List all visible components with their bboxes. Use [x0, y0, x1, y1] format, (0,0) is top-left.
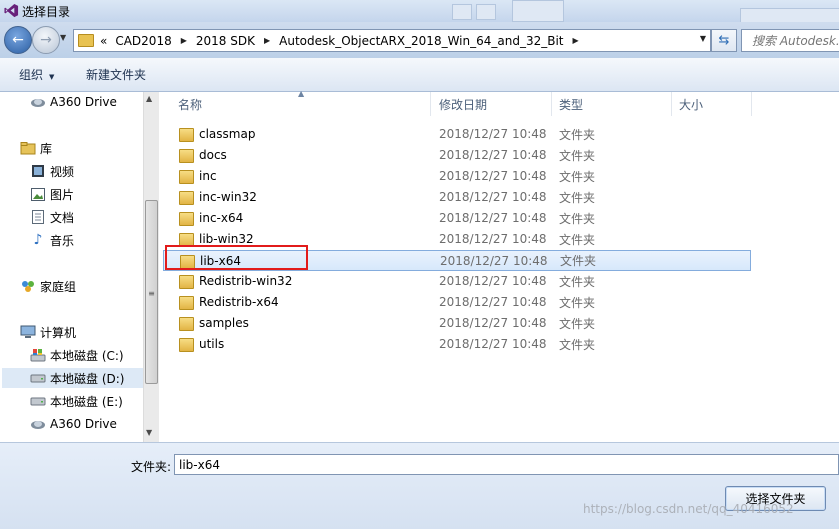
history-dropdown-icon[interactable]: ▼ — [60, 33, 70, 45]
folder-icon — [179, 128, 194, 142]
picture-icon — [30, 187, 46, 201]
sidebar-item-drive-d[interactable]: 本地磁盘 (D:) — [2, 368, 143, 388]
chevron-right-icon[interactable]: ▶ — [573, 36, 579, 45]
grip-icon: ≡ — [148, 289, 155, 298]
sidebar-item-drive-c[interactable]: 本地磁盘 (C:) — [30, 345, 124, 365]
forward-button[interactable]: → — [32, 26, 60, 54]
folder-icon — [179, 317, 194, 331]
sidebar-item-pictures[interactable]: 图片 — [30, 184, 74, 204]
table-row[interactable]: utils 2018/12/27 10:48 文件夹 — [163, 334, 749, 354]
sidebar-item-a360-2[interactable]: A360 Drive — [30, 414, 117, 434]
table-row[interactable]: Redistrib-win32 2018/12/27 10:48 文件夹 — [163, 271, 749, 291]
sidebar-item-library[interactable]: 库 — [20, 138, 52, 158]
watermark: https://blog.csdn.net/qq_40416052 — [583, 502, 794, 516]
scroll-down-icon[interactable]: ▼ — [146, 428, 152, 437]
chevron-right-icon[interactable]: ▶ — [264, 36, 270, 45]
folder-name-input[interactable] — [174, 454, 839, 475]
library-icon — [20, 141, 36, 155]
breadcrumb-item[interactable]: 2018 SDK — [196, 34, 255, 48]
homegroup-icon — [20, 279, 36, 293]
refresh-button[interactable]: ⇆ — [711, 29, 737, 52]
address-bar[interactable]: « CAD2018 ▶ 2018 SDK ▶ Autodesk_ObjectAR… — [73, 29, 711, 52]
title-bar — [0, 0, 839, 22]
navigation-scrollbar[interactable]: ▲ ≡ ▼ — [143, 92, 159, 442]
cloud-icon — [30, 417, 46, 431]
column-header-modified[interactable]: 修改日期 — [431, 92, 552, 116]
new-folder-button[interactable]: 新建文件夹 — [86, 66, 146, 83]
breadcrumb-item[interactable]: Autodesk_ObjectARX_2018_Win_64_and_32_Bi… — [279, 34, 563, 48]
sidebar-item-homegroup[interactable]: 家庭组 — [20, 276, 76, 296]
folder-icon — [179, 212, 194, 226]
window-title: 选择目录 — [22, 5, 71, 19]
table-row[interactable]: docs 2018/12/27 10:48 文件夹 — [163, 145, 749, 165]
annotation-highlight-box — [165, 245, 308, 270]
breadcrumb-item[interactable]: CAD2018 — [115, 34, 171, 48]
background-window-fragment — [512, 0, 564, 22]
folder-icon — [78, 34, 94, 47]
chevron-down-icon: ▼ — [49, 73, 55, 81]
table-row[interactable]: inc-win32 2018/12/27 10:48 文件夹 — [163, 187, 749, 207]
column-header-name[interactable]: 名称 — [159, 92, 431, 116]
folder-icon — [179, 338, 194, 352]
folder-icon — [179, 149, 194, 163]
folder-icon — [179, 296, 194, 310]
search-input[interactable] — [742, 32, 839, 49]
sidebar-item-computer[interactable]: 计算机 — [20, 322, 76, 342]
folder-icon — [179, 191, 194, 205]
folder-icon — [179, 170, 194, 184]
document-icon — [30, 210, 46, 224]
music-icon: ♪ — [33, 232, 43, 248]
table-row[interactable]: samples 2018/12/27 10:48 文件夹 — [163, 313, 749, 333]
column-header-size[interactable]: 大小 — [672, 92, 752, 116]
sidebar-item-drive-e[interactable]: 本地磁盘 (E:) — [30, 391, 123, 411]
breadcrumb-overflow[interactable]: « — [100, 34, 107, 48]
visual-studio-icon — [4, 3, 19, 18]
sidebar-item-music[interactable]: ♪ 音乐 — [30, 230, 74, 250]
back-button[interactable]: ← — [4, 26, 32, 54]
scrollbar-thumb[interactable]: ≡ — [145, 200, 158, 384]
refresh-icon: ⇆ — [718, 33, 730, 48]
chevron-right-icon[interactable]: ▶ — [181, 36, 187, 45]
navigation-pane: A360 Drive 库 视频 图片 文档 ♪ 音乐 家庭组 计算机 本地磁盘 … — [0, 92, 143, 442]
drive-icon — [30, 394, 46, 408]
search-box[interactable] — [741, 29, 839, 52]
table-row[interactable]: inc 2018/12/27 10:48 文件夹 — [163, 166, 749, 186]
table-row[interactable]: classmap 2018/12/27 10:48 文件夹 — [163, 124, 749, 144]
drive-icon — [30, 348, 46, 362]
sidebar-item-a360[interactable]: A360 Drive — [30, 92, 117, 112]
sidebar-item-videos[interactable]: 视频 — [30, 161, 74, 181]
background-window-fragment — [476, 4, 496, 20]
video-icon — [30, 164, 46, 178]
scroll-up-icon[interactable]: ▲ — [146, 94, 152, 103]
table-row[interactable]: inc-x64 2018/12/27 10:48 文件夹 — [163, 208, 749, 228]
table-row[interactable]: Redistrib-x64 2018/12/27 10:48 文件夹 — [163, 292, 749, 312]
folder-icon — [179, 275, 194, 289]
breadcrumb: « CAD2018 ▶ 2018 SDK ▶ Autodesk_ObjectAR… — [100, 34, 588, 48]
chevron-down-icon[interactable]: ▼ — [700, 34, 706, 43]
column-header-type[interactable]: 类型 — [552, 92, 672, 116]
organize-menu[interactable]: 组织 ▼ — [19, 66, 54, 83]
computer-icon — [20, 325, 36, 339]
folder-label: 文件夹: — [131, 460, 172, 474]
cloud-icon — [30, 95, 46, 109]
background-window-fragment — [452, 4, 472, 20]
drive-icon — [30, 371, 46, 385]
sidebar-item-documents[interactable]: 文档 — [30, 207, 74, 227]
